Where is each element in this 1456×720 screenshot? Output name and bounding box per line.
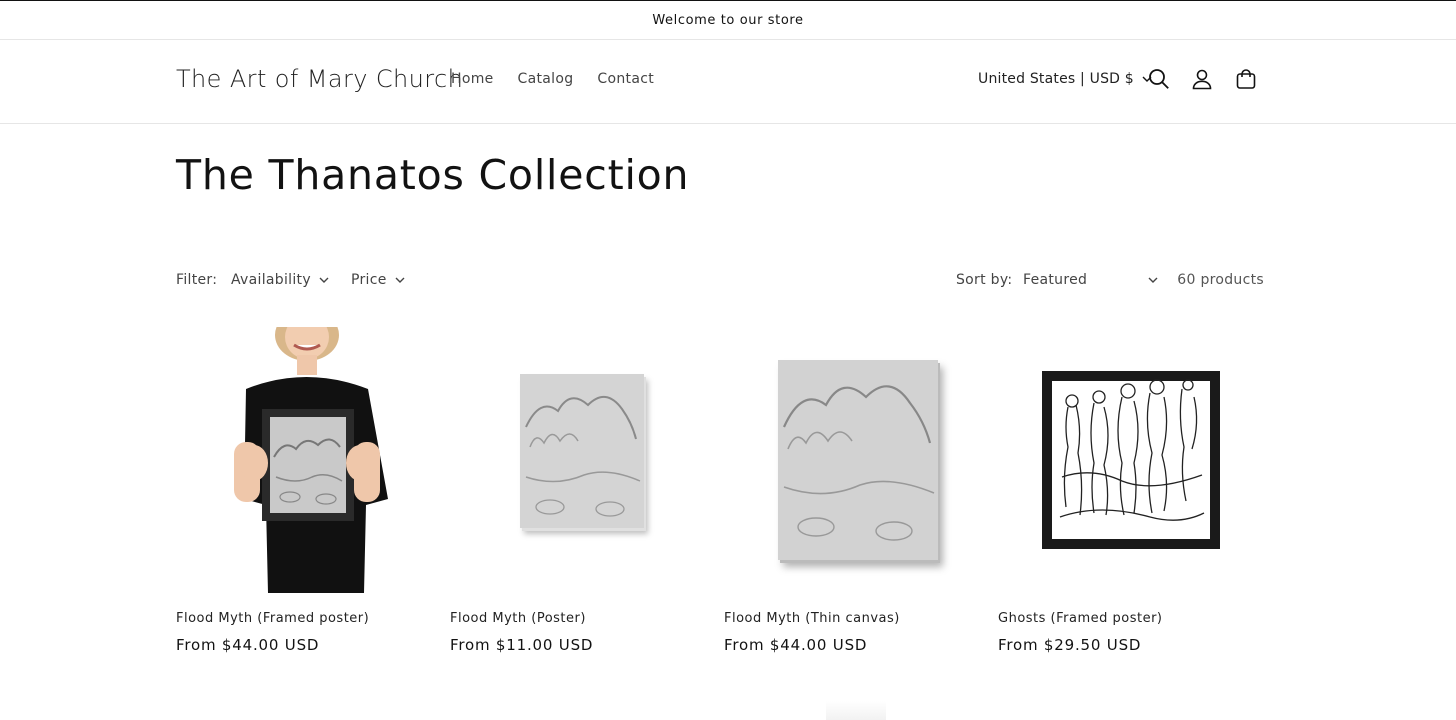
product-price: From $44.00 USD bbox=[176, 636, 320, 654]
product-image[interactable] bbox=[724, 327, 980, 593]
product-price: From $44.00 USD bbox=[724, 636, 868, 654]
sort-value: Featured bbox=[1023, 272, 1088, 288]
chevron-down-icon bbox=[1148, 277, 1158, 283]
main-nav: Home Catalog Contact bbox=[451, 71, 654, 87]
announcement-text: Welcome to our store bbox=[652, 12, 804, 28]
product-image[interactable] bbox=[176, 327, 432, 593]
announcement-bar: Welcome to our store bbox=[0, 1, 1456, 40]
country-label: United States | USD $ bbox=[978, 71, 1134, 87]
nav-catalog[interactable]: Catalog bbox=[518, 71, 574, 87]
sort-label: Sort by: bbox=[956, 272, 1013, 288]
next-row-image-hint bbox=[826, 701, 886, 720]
site-header: The Art of Mary Church Home Catalog Cont… bbox=[0, 40, 1456, 124]
product-card[interactable]: Flood Myth (Poster) From $11.00 USD bbox=[450, 327, 706, 654]
filter-availability[interactable]: Availability bbox=[231, 272, 329, 288]
product-title[interactable]: Flood Myth (Poster) bbox=[450, 611, 706, 626]
product-price: From $29.50 USD bbox=[998, 636, 1142, 654]
cart-icon[interactable] bbox=[1233, 66, 1259, 92]
filter-label: Filter: bbox=[176, 272, 218, 288]
product-card[interactable]: Flood Myth (Framed poster) From $44.00 U… bbox=[176, 327, 432, 654]
product-title[interactable]: Flood Myth (Thin canvas) bbox=[724, 611, 980, 626]
sort-select[interactable]: Featured bbox=[1023, 272, 1158, 288]
filter-bar: Filter: Availability Price Sort by: Feat… bbox=[176, 272, 1264, 292]
product-image[interactable] bbox=[998, 327, 1254, 593]
filter-price[interactable]: Price bbox=[351, 272, 405, 288]
nav-home[interactable]: Home bbox=[451, 71, 494, 87]
product-price: From $11.00 USD bbox=[450, 636, 594, 654]
chevron-down-icon bbox=[319, 277, 329, 283]
collection-title: The Thanatos Collection bbox=[176, 151, 690, 199]
nav-contact[interactable]: Contact bbox=[597, 71, 654, 87]
product-title[interactable]: Flood Myth (Framed poster) bbox=[176, 611, 432, 626]
filter-price-label: Price bbox=[351, 272, 387, 288]
account-icon[interactable] bbox=[1189, 66, 1215, 92]
store-logo[interactable]: The Art of Mary Church bbox=[176, 65, 463, 93]
search-icon[interactable] bbox=[1146, 66, 1172, 92]
filter-availability-label: Availability bbox=[231, 272, 311, 288]
country-selector[interactable]: United States | USD $ bbox=[978, 71, 1152, 87]
product-title[interactable]: Ghosts (Framed poster) bbox=[998, 611, 1254, 626]
product-card[interactable]: Flood Myth (Thin canvas) From $44.00 USD bbox=[724, 327, 980, 654]
product-count: 60 products bbox=[1177, 272, 1264, 288]
product-card[interactable]: Ghosts (Framed poster) From $29.50 USD bbox=[998, 327, 1254, 654]
chevron-down-icon bbox=[395, 277, 405, 283]
product-image[interactable] bbox=[450, 327, 706, 593]
